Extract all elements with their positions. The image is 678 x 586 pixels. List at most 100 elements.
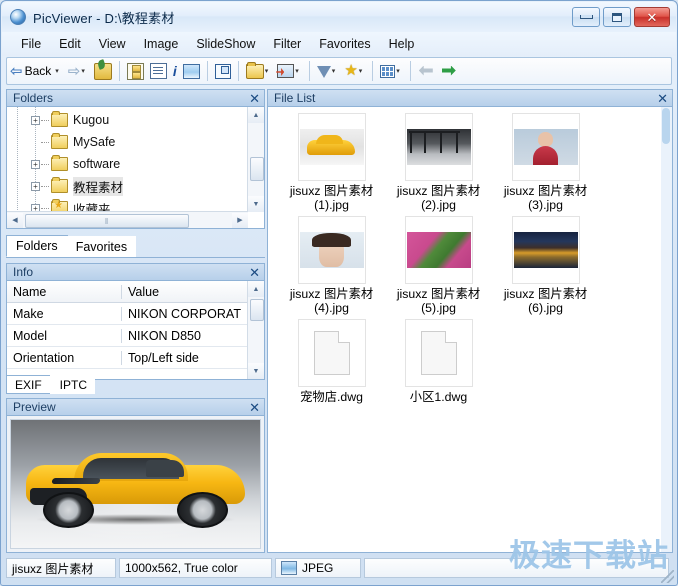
scroll-up-icon[interactable]: ▲ bbox=[248, 107, 264, 123]
column-header-value[interactable]: Value bbox=[122, 285, 249, 299]
menu-view[interactable]: View bbox=[90, 35, 135, 53]
preview-image[interactable] bbox=[10, 419, 261, 549]
open-folder-button[interactable]: ▾ bbox=[244, 60, 274, 82]
back-button[interactable]: ⇦ Back ▾ bbox=[8, 60, 64, 82]
menu-file[interactable]: File bbox=[12, 35, 50, 53]
info-button[interactable]: i bbox=[171, 60, 179, 82]
table-row[interactable]: Orientation Top/Left side bbox=[7, 347, 264, 369]
tree-item-label: software bbox=[73, 157, 120, 171]
expand-icon[interactable]: + bbox=[31, 116, 40, 125]
tree-item-mysafe[interactable]: MySafe bbox=[7, 131, 264, 153]
info-vertical-scrollbar[interactable]: ▲ ▼ bbox=[247, 281, 264, 379]
expand-icon[interactable]: + bbox=[31, 182, 40, 191]
tree-connector bbox=[41, 208, 49, 209]
info-row-name: Orientation bbox=[7, 351, 122, 365]
forward-button[interactable]: ⇨ ▾ bbox=[66, 60, 90, 82]
folders-panel-close-icon[interactable]: ✕ bbox=[249, 92, 260, 105]
thumbnail-view-icon bbox=[127, 63, 144, 80]
list-view-button[interactable] bbox=[148, 60, 169, 82]
preview-panel-close-icon[interactable]: ✕ bbox=[249, 401, 260, 414]
menu-image[interactable]: Image bbox=[135, 35, 188, 53]
toolbar-separator bbox=[119, 61, 120, 81]
thumbnail-image bbox=[514, 232, 578, 268]
tree-item-jiaochengsucai[interactable]: + 教程素材 bbox=[7, 175, 264, 197]
tree-item-kugou[interactable]: + Kugou bbox=[7, 109, 264, 131]
picviewer-window: PicViewer - D:\教程素材 ✕ File Edit View Ima… bbox=[0, 0, 678, 586]
file-list-header: File List ✕ bbox=[267, 89, 673, 106]
thumbnail-view-button[interactable] bbox=[125, 60, 146, 82]
preview-body bbox=[6, 415, 265, 553]
list-item[interactable]: jisuxz 图片素材 (2).jpg bbox=[385, 113, 492, 212]
list-item[interactable]: jisuxz 图片素材 (6).jpg bbox=[492, 216, 599, 315]
expand-icon[interactable]: + bbox=[31, 160, 40, 169]
back-dropdown-icon[interactable]: ▾ bbox=[55, 68, 59, 75]
scroll-down-icon[interactable]: ▼ bbox=[248, 196, 264, 212]
scroll-thumb[interactable]: ‖ bbox=[25, 214, 189, 228]
file-list-scrollbar[interactable] bbox=[661, 107, 672, 552]
status-format-label: JPEG bbox=[302, 561, 333, 575]
scroll-thumb[interactable] bbox=[662, 108, 670, 144]
list-item[interactable]: jisuxz 图片素材 (1).jpg bbox=[278, 113, 385, 212]
thumbnail-frame bbox=[405, 216, 473, 284]
list-item[interactable]: 小区1.dwg bbox=[385, 319, 492, 404]
resize-grip[interactable] bbox=[661, 570, 674, 583]
menu-help[interactable]: Help bbox=[380, 35, 424, 53]
scroll-up-icon[interactable]: ▲ bbox=[248, 281, 264, 297]
maximize-button[interactable] bbox=[603, 7, 631, 27]
minimize-button[interactable] bbox=[572, 7, 600, 27]
folder-icon bbox=[51, 113, 68, 127]
thumbnail-size-dropdown-icon[interactable]: ▾ bbox=[396, 68, 400, 75]
toolbar-separator bbox=[410, 61, 411, 81]
status-file-name: jisuxz 图片素材 bbox=[6, 558, 116, 578]
scroll-left-icon[interactable]: ◀ bbox=[7, 213, 23, 228]
tree-item-software[interactable]: + software bbox=[7, 153, 264, 175]
tab-favorites[interactable]: Favorites bbox=[67, 236, 136, 257]
info-panel-close-icon[interactable]: ✕ bbox=[249, 266, 260, 279]
list-item[interactable]: jisuxz 图片素材 (4).jpg bbox=[278, 216, 385, 315]
next-image-button[interactable] bbox=[439, 60, 460, 82]
thumbnail-frame bbox=[298, 319, 366, 387]
file-list-close-icon[interactable]: ✕ bbox=[657, 92, 668, 105]
list-item[interactable]: jisuxz 图片素材 (3).jpg bbox=[492, 113, 599, 212]
folders-vertical-scrollbar[interactable]: ▲ ▼ bbox=[247, 107, 264, 212]
menu-favorites[interactable]: Favorites bbox=[310, 35, 379, 53]
filter-button[interactable]: ▾ bbox=[315, 60, 341, 82]
open-folder-dropdown-icon[interactable]: ▾ bbox=[265, 68, 269, 75]
tab-iptc[interactable]: IPTC bbox=[50, 375, 95, 394]
scroll-thumb[interactable] bbox=[250, 157, 264, 181]
slideshow-dropdown-icon[interactable]: ▾ bbox=[295, 68, 299, 75]
menu-filter[interactable]: Filter bbox=[264, 35, 310, 53]
filter-dropdown-icon[interactable]: ▾ bbox=[332, 68, 336, 75]
list-item[interactable]: jisuxz 图片素材 (5).jpg bbox=[385, 216, 492, 315]
table-row[interactable]: Model NIKON D850 bbox=[7, 325, 264, 347]
scroll-thumb[interactable] bbox=[250, 299, 264, 321]
menu-edit[interactable]: Edit bbox=[50, 35, 90, 53]
close-button[interactable]: ✕ bbox=[634, 7, 670, 27]
menu-slideshow[interactable]: SlideShow bbox=[187, 35, 264, 53]
car-front-wheel bbox=[43, 492, 93, 528]
folders-tab-strip: Folders Favorites bbox=[6, 234, 265, 258]
previous-image-button[interactable] bbox=[416, 60, 437, 82]
list-item[interactable]: 宠物店.dwg bbox=[278, 319, 385, 404]
file-name-label: jisuxz 图片素材 (1).jpg bbox=[278, 184, 385, 212]
status-bar: jisuxz 图片素材 1000x562, True color JPEG bbox=[6, 557, 672, 579]
thumbnail-size-button[interactable]: ▾ bbox=[378, 60, 405, 82]
info-tab-strip: EXIF IPTC bbox=[6, 372, 265, 394]
back-arrow-icon: ⇦ bbox=[10, 63, 23, 80]
slideshow-button[interactable]: ▾ bbox=[275, 60, 304, 82]
folder-icon bbox=[51, 157, 68, 171]
fullscreen-button[interactable] bbox=[213, 60, 233, 82]
scroll-right-icon[interactable]: ▶ bbox=[232, 213, 248, 228]
favorites-dropdown-icon[interactable]: ▾ bbox=[359, 68, 363, 75]
forward-dropdown-icon[interactable]: ▾ bbox=[81, 68, 85, 75]
favorites-button[interactable]: ★ ▾ bbox=[342, 60, 367, 82]
column-header-name[interactable]: Name bbox=[7, 285, 122, 299]
folders-horizontal-scrollbar[interactable]: ◀ ‖ ▶ bbox=[7, 211, 248, 228]
tab-exif[interactable]: EXIF bbox=[6, 375, 51, 394]
file-name-label: 小区1.dwg bbox=[385, 390, 492, 404]
tab-folders[interactable]: Folders bbox=[6, 235, 68, 257]
table-row[interactable]: Make NIKON CORPORAT bbox=[7, 303, 264, 325]
preview-button[interactable] bbox=[181, 60, 202, 82]
home-button[interactable] bbox=[92, 60, 114, 82]
slideshow-icon bbox=[277, 64, 294, 78]
